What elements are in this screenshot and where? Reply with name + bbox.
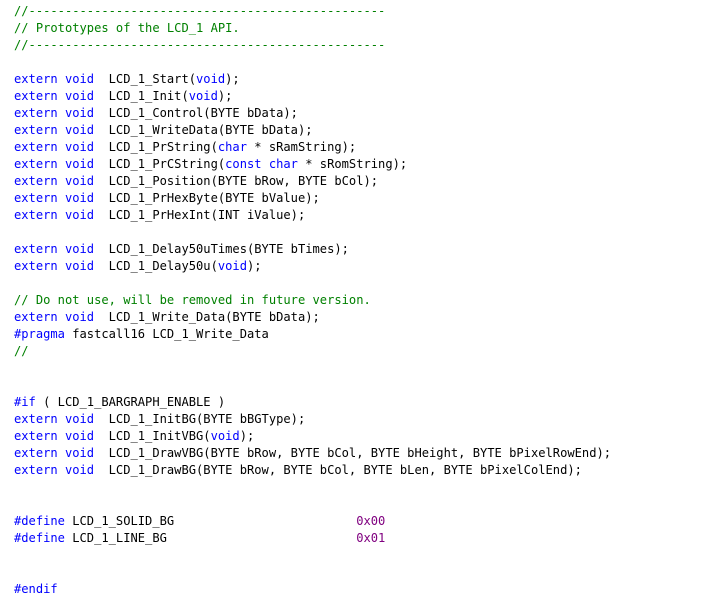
- code-token: LCD_1_LINE_BG: [64, 531, 357, 545]
- code-line: #if ( LCD_1_BARGRAPH_ENABLE ): [14, 394, 699, 411]
- code-token: );: [225, 72, 240, 86]
- code-token: );: [217, 89, 233, 103]
- code-token: * sRamString);: [247, 140, 357, 154]
- code-line: #endif: [14, 581, 699, 598]
- code-token: LCD_1_Control(BYTE bData);: [94, 106, 298, 120]
- keyword-token: char: [217, 140, 247, 154]
- code-line: extern void LCD_1_Delay50u(void);: [14, 258, 699, 275]
- keyword-token: extern void: [14, 106, 95, 120]
- keyword-token: void: [188, 89, 218, 103]
- code-line: extern void LCD_1_PrCString(const char *…: [14, 156, 699, 173]
- code-token: LCD_1_PrString(: [94, 140, 218, 154]
- keyword-token: extern void: [14, 242, 95, 256]
- code-line: extern void LCD_1_DrawVBG(BYTE bRow, BYT…: [14, 445, 699, 462]
- code-line: //--------------------------------------…: [14, 3, 699, 20]
- comment-token: //--------------------------------------…: [14, 38, 386, 52]
- code-token: LCD_1_Delay50u(: [94, 259, 218, 273]
- code-token: LCD_1_PrHexByte(BYTE bValue);: [94, 191, 320, 205]
- code-token: );: [239, 429, 255, 443]
- code-token: LCD_1_Write_Data(BYTE bData);: [94, 310, 320, 324]
- keyword-token: extern void: [14, 140, 95, 154]
- code-token: LCD_1_SOLID_BG: [64, 514, 357, 528]
- code-line: extern void LCD_1_Write_Data(BYTE bData)…: [14, 309, 699, 326]
- keyword-token: extern void: [14, 412, 95, 426]
- code-line: extern void LCD_1_InitBG(BYTE bBGType);: [14, 411, 699, 428]
- code-token: LCD_1_InitBG(BYTE bBGType);: [94, 412, 306, 426]
- keyword-token: extern void: [14, 174, 95, 188]
- code-line: ​: [14, 377, 699, 394]
- code-line: extern void LCD_1_Position(BYTE bRow, BY…: [14, 173, 699, 190]
- code-line: extern void LCD_1_PrString(char * sRamSt…: [14, 139, 699, 156]
- code-line: extern void LCD_1_WriteData(BYTE bData);: [14, 122, 699, 139]
- code-line: extern void LCD_1_Init(void);: [14, 88, 699, 105]
- keyword-token: void: [210, 429, 240, 443]
- code-line: extern void LCD_1_InitVBG(void);: [14, 428, 699, 445]
- code-token: LCD_1_PrCString(: [94, 157, 226, 171]
- keyword-token: const char: [225, 157, 298, 171]
- code-line: extern void LCD_1_PrHexByte(BYTE bValue)…: [14, 190, 699, 207]
- preprocessor-token: #define: [14, 531, 65, 545]
- keyword-token: extern void: [14, 123, 95, 137]
- code-token: LCD_1_Start(: [94, 72, 197, 86]
- code-line: ​: [14, 547, 699, 564]
- code-line: //--------------------------------------…: [14, 37, 699, 54]
- keyword-token: extern void: [14, 310, 95, 324]
- code-line: ​: [14, 479, 699, 496]
- code-editor[interactable]: //--------------------------------------…: [14, 3, 699, 601]
- code-token: ( LCD_1_BARGRAPH_ENABLE ): [35, 395, 226, 409]
- code-line: //: [14, 343, 699, 360]
- comment-token: //: [14, 344, 29, 358]
- keyword-token: extern void: [14, 157, 95, 171]
- code-line: ​: [14, 224, 699, 241]
- code-line: extern void LCD_1_Control(BYTE bData);: [14, 105, 699, 122]
- number-token: 0x01: [356, 531, 386, 545]
- code-line: extern void LCD_1_Delay50uTimes(BYTE bTi…: [14, 241, 699, 258]
- code-line: ​: [14, 275, 699, 292]
- code-line: // Prototypes of the LCD_1 API.: [14, 20, 699, 37]
- code-line: // Do not use, will be removed in future…: [14, 292, 699, 309]
- comment-token: // Prototypes of the LCD_1 API.: [14, 21, 240, 35]
- keyword-token: void: [217, 259, 247, 273]
- keyword-token: extern void: [14, 259, 95, 273]
- code-token: LCD_1_WriteData(BYTE bData);: [94, 123, 313, 137]
- keyword-token: extern void: [14, 191, 95, 205]
- keyword-token: extern void: [14, 446, 95, 460]
- code-token: );: [247, 259, 262, 273]
- keyword-token: extern void: [14, 463, 95, 477]
- comment-token: // Do not use, will be removed in future…: [14, 293, 371, 307]
- keyword-token: extern void: [14, 72, 95, 86]
- code-token: * sRomString);: [297, 157, 408, 171]
- preprocessor-token: #endif: [14, 582, 58, 596]
- code-line: #define LCD_1_LINE_BG 0x01: [14, 530, 699, 547]
- code-token: LCD_1_Delay50uTimes(BYTE bTimes);: [94, 242, 349, 256]
- comment-token: //--------------------------------------…: [14, 4, 386, 18]
- keyword-token: extern void: [14, 208, 95, 222]
- code-line: #define LCD_1_SOLID_BG 0x00: [14, 513, 699, 530]
- number-token: 0x00: [356, 514, 386, 528]
- code-line: ​: [14, 496, 699, 513]
- code-token: LCD_1_PrHexInt(INT iValue);: [94, 208, 306, 222]
- code-token: fastcall16 LCD_1_Write_Data: [64, 327, 269, 341]
- code-line: ​: [14, 54, 699, 71]
- keyword-token: void: [196, 72, 226, 86]
- code-token: LCD_1_Init(: [94, 89, 189, 103]
- code-line: extern void LCD_1_Start(void);: [14, 71, 699, 88]
- code-line: extern void LCD_1_PrHexInt(INT iValue);: [14, 207, 699, 224]
- code-token: LCD_1_DrawVBG(BYTE bRow, BYTE bCol, BYTE…: [94, 446, 612, 460]
- preprocessor-token: #define: [14, 514, 65, 528]
- code-line: ​: [14, 360, 699, 377]
- code-token: LCD_1_DrawBG(BYTE bRow, BYTE bCol, BYTE …: [94, 463, 582, 477]
- code-line: #pragma fastcall16 LCD_1_Write_Data: [14, 326, 699, 343]
- code-token: LCD_1_Position(BYTE bRow, BYTE bCol);: [94, 174, 379, 188]
- keyword-token: extern void: [14, 89, 95, 103]
- code-token: LCD_1_InitVBG(: [94, 429, 211, 443]
- code-line: ​: [14, 564, 699, 581]
- code-line: extern void LCD_1_DrawBG(BYTE bRow, BYTE…: [14, 462, 699, 479]
- preprocessor-token: #if: [14, 395, 36, 409]
- preprocessor-token: #pragma: [14, 327, 65, 341]
- keyword-token: extern void: [14, 429, 95, 443]
